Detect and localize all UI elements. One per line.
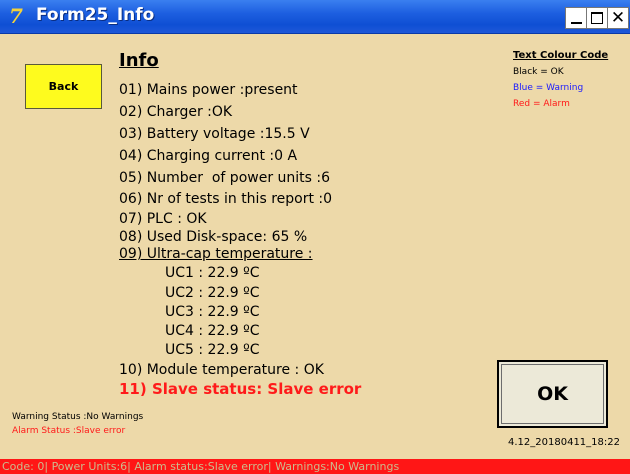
- status-bar: Code: 0| Power Units:6| Alarm status:Sla…: [0, 459, 630, 474]
- version-label: 4.12_20180411_18:22: [508, 437, 620, 448]
- maximize-button[interactable]: [586, 7, 608, 29]
- close-button[interactable]: ✕: [607, 7, 629, 29]
- info-line-power-units: 05) Number of power units :6: [119, 170, 331, 186]
- title-bar[interactable]: 7 Form25_Info ✕: [0, 0, 630, 34]
- uc-temp-2: UC2 : 22.9 ºC: [165, 285, 260, 301]
- uc-temp-1: UC1 : 22.9 ºC: [165, 265, 260, 281]
- minimize-button[interactable]: [565, 7, 587, 29]
- uc-temp-5: UC5 : 22.9 ºC: [165, 342, 260, 358]
- info-line-current: 04) Charging current :0 A: [119, 148, 298, 164]
- legend-warning: Blue = Warning: [513, 83, 584, 93]
- info-line-slave-status: 11) Slave status: Slave error: [119, 380, 362, 398]
- info-line-tests: 06) Nr of tests in this report :0: [119, 191, 333, 207]
- info-line-disk: 08) Used Disk-space: 65 %: [119, 229, 308, 245]
- uc-temp-3: UC3 : 22.9 ºC: [165, 304, 260, 320]
- info-line-ultracap: 09) Ultra-cap temperature :: [119, 246, 313, 262]
- info-line-battery: 03) Battery voltage :15.5 V: [119, 126, 310, 142]
- info-line-plc: 07) PLC : OK: [119, 211, 207, 227]
- legend-alarm: Red = Alarm: [513, 99, 570, 109]
- uc-temp-4: UC4 : 22.9 ºC: [165, 323, 260, 339]
- alarm-status: Alarm Status :Slave error: [12, 426, 126, 436]
- back-button[interactable]: Back: [25, 64, 102, 109]
- info-line-module-temp: 10) Module temperature : OK: [119, 362, 324, 378]
- close-icon: ✕: [610, 8, 626, 28]
- warning-status: Warning Status :No Warnings: [12, 412, 144, 422]
- app-logo-icon: 7: [9, 4, 23, 28]
- window-title: Form25_Info: [36, 5, 155, 25]
- info-line-mains: 01) Mains power :present: [119, 82, 298, 98]
- info-heading: Info: [119, 50, 159, 71]
- ok-button[interactable]: OK: [497, 360, 608, 428]
- legend-ok: Black = OK: [513, 67, 564, 77]
- legend-title: Text Colour Code: [513, 50, 609, 61]
- info-line-charger: 02) Charger :OK: [119, 104, 233, 120]
- form25-window: 7 Form25_Info ✕ Back Info 01) Mains powe…: [0, 0, 630, 474]
